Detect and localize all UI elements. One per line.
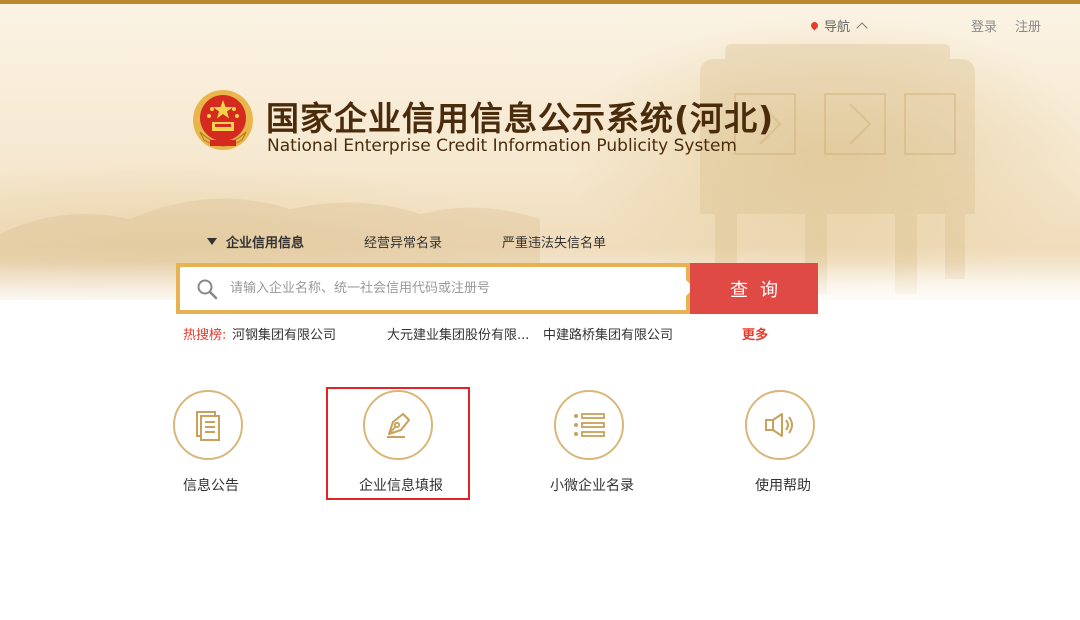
- feature-label: 信息公告: [183, 478, 239, 494]
- chevron-up-icon: [856, 21, 868, 34]
- location-pin-icon: [809, 20, 820, 31]
- nav-menu-toggle[interactable]: 导航: [809, 16, 868, 35]
- tab-enterprise-credit[interactable]: 企业信用信息: [207, 232, 304, 251]
- triangle-down-icon: [207, 238, 217, 245]
- register-link[interactable]: 注册: [1015, 16, 1041, 35]
- tab-label: 企业信用信息: [226, 236, 305, 251]
- feature-usage-help[interactable]: 使用帮助: [710, 390, 856, 500]
- login-link[interactable]: 登录: [971, 16, 997, 35]
- site-subtitle: National Enterprise Credit Information P…: [267, 136, 737, 156]
- feature-icon-circle: [554, 390, 624, 460]
- document-icon: [196, 411, 220, 441]
- feature-label: 小微企业名录: [550, 478, 634, 494]
- hot-search-item[interactable]: 大元建业集团股份有限...: [387, 324, 529, 343]
- hot-search-item[interactable]: 河钢集团有限公司: [232, 324, 336, 343]
- search-icon: [197, 279, 218, 300]
- highlight-box: [326, 387, 470, 500]
- speaker-icon: [765, 413, 793, 437]
- feature-icon-circle: [745, 390, 815, 460]
- nav-label: 导航: [824, 20, 851, 35]
- search-input[interactable]: [230, 267, 670, 310]
- national-emblem-logo: [193, 90, 253, 150]
- list-icon: [574, 413, 605, 437]
- search-box: [180, 267, 686, 310]
- search-bar: 查询: [176, 263, 818, 314]
- hot-search-item[interactable]: 中建路桥集团有限公司: [543, 324, 673, 343]
- feature-info-announcement[interactable]: 信息公告: [138, 390, 284, 500]
- tab-serious-violations[interactable]: 严重违法失信名单: [502, 232, 606, 251]
- tab-abnormal-operations[interactable]: 经营异常名录: [364, 232, 442, 251]
- feature-label: 使用帮助: [755, 478, 811, 494]
- query-button[interactable]: 查询: [690, 263, 818, 314]
- feature-icon-circle: [173, 390, 243, 460]
- hot-search-more-link[interactable]: 更多: [742, 324, 768, 343]
- site-title: 国家企业信用信息公示系统(河北): [266, 99, 775, 138]
- hot-search-label: 热搜榜:: [183, 328, 227, 343]
- feature-small-business-directory[interactable]: 小微企业名录: [519, 390, 665, 500]
